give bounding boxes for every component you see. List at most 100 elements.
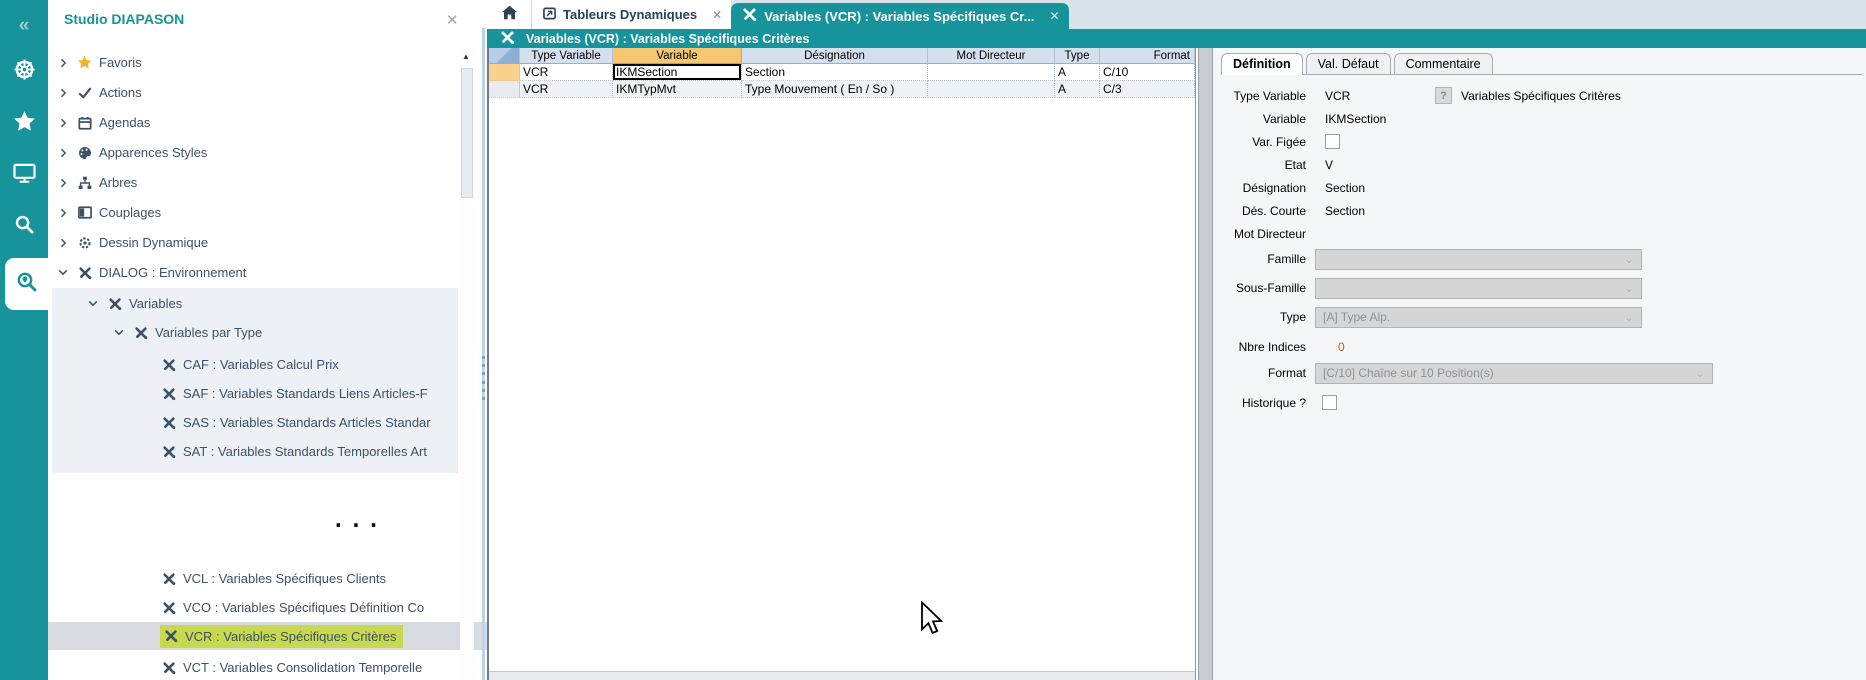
- grid-vertical-scrollbar[interactable]: [1198, 48, 1213, 680]
- sous-famille-dropdown-disabled[interactable]: ⌄: [1315, 278, 1642, 299]
- help-box-icon[interactable]: ?: [1435, 87, 1452, 104]
- rail-item-screens[interactable]: [0, 160, 48, 192]
- left-icon-rail: «: [0, 0, 48, 680]
- sidebar-item-dialog-environnement[interactable]: DIALOG : Environnement: [48, 258, 468, 287]
- cell-designation[interactable]: Type Mouvement ( En / So ): [742, 81, 928, 98]
- tab-val-defaut[interactable]: Val. Défaut: [1306, 53, 1391, 74]
- chevron-right-icon[interactable]: [56, 88, 70, 98]
- column-header-type[interactable]: Type: [1055, 48, 1100, 64]
- scrollbar-thumb[interactable]: [461, 68, 473, 198]
- close-tab-icon[interactable]: ✕: [1049, 9, 1059, 23]
- field-designation: Désignation Section: [1218, 176, 1858, 199]
- cell-mot-directeur[interactable]: [928, 81, 1055, 98]
- definition-fields: Type Variable VCR ? Variables Spécifique…: [1218, 84, 1858, 414]
- tree-item-label: VCR : Variables Spécifiques Critères: [185, 629, 396, 644]
- chevron-right-icon[interactable]: [56, 148, 70, 158]
- sidebar-item-dessin-dynamique[interactable]: Dessin Dynamique: [48, 228, 468, 257]
- famille-dropdown-disabled[interactable]: ⌄: [1315, 249, 1642, 270]
- column-header-format[interactable]: Format: [1100, 48, 1195, 64]
- column-header-designation[interactable]: Désignation: [742, 48, 928, 64]
- field-label: Famille: [1218, 252, 1306, 266]
- tab-label: Variables (VCR) : Variables Spécifiques …: [764, 9, 1034, 24]
- search-icon: [14, 214, 35, 240]
- rail-item-wheel[interactable]: [0, 56, 48, 88]
- row-selector-cell[interactable]: [489, 81, 520, 98]
- studio-diapason-window: « Studio DIAPASON ✕ Favoris Actions: [0, 0, 1866, 680]
- sidebar-item-actions[interactable]: Actions: [48, 78, 468, 107]
- cell-format[interactable]: C/10: [1100, 64, 1195, 81]
- scroll-up-arrow-icon[interactable]: ▲: [462, 52, 470, 61]
- historique-checkbox[interactable]: [1322, 395, 1337, 410]
- field-historique: Historique ?: [1218, 391, 1858, 414]
- chevron-right-icon[interactable]: [56, 238, 70, 248]
- star-icon: [13, 110, 36, 138]
- grid-corner-select-all[interactable]: [489, 48, 520, 64]
- cell-mot-directeur[interactable]: [928, 64, 1055, 81]
- cell-variable[interactable]: IKMTypMvt: [613, 81, 742, 98]
- rail-item-search-location-active[interactable]: [5, 258, 48, 310]
- type-variable-description: Variables Spécifiques Critères: [1461, 89, 1621, 103]
- chevron-down-icon[interactable]: [112, 328, 126, 337]
- chevron-right-icon[interactable]: [56, 208, 70, 218]
- tree-item-label: Apparences Styles: [99, 145, 207, 160]
- sidebar-title: Studio DIAPASON: [64, 11, 184, 27]
- sidebar-item-apparences-styles[interactable]: Apparences Styles: [48, 138, 468, 167]
- chevron-right-icon[interactable]: [56, 178, 70, 188]
- properties-panel: Définition Val. Défaut Commentaire Type …: [1213, 48, 1866, 680]
- rail-item-search[interactable]: [0, 211, 48, 243]
- row-selector-cell[interactable]: [489, 64, 520, 81]
- close-tab-icon[interactable]: ✕: [712, 8, 722, 22]
- column-header-mot-directeur[interactable]: Mot Directeur: [928, 48, 1055, 64]
- tree-item-label: VCO : Variables Spécifiques Définition C…: [183, 600, 424, 615]
- rail-item-favorites[interactable]: [0, 108, 48, 140]
- field-type-variable: Type Variable VCR ? Variables Spécifique…: [1218, 84, 1858, 107]
- tab-variables-vcr-active[interactable]: Variables (VCR) : Variables Spécifiques …: [731, 3, 1068, 29]
- cell-designation[interactable]: Section: [742, 64, 928, 81]
- tree-scrollbar[interactable]: ▲: [460, 47, 474, 680]
- sidebar-item-variables-par-type[interactable]: Variables par Type: [48, 318, 524, 347]
- sidebar-item-variables[interactable]: Variables: [48, 289, 498, 318]
- table-row: VCR IKMTypMvt Type Mouvement ( En / So )…: [489, 81, 1195, 98]
- sidebar-item-arbres[interactable]: Arbres: [48, 168, 468, 197]
- field-label: Mot Directeur: [1218, 227, 1306, 241]
- field-mot-directeur: Mot Directeur: [1218, 222, 1858, 245]
- var-figee-checkbox[interactable]: [1325, 134, 1340, 149]
- cell-type[interactable]: A: [1055, 64, 1100, 81]
- tab-commentaire[interactable]: Commentaire: [1394, 53, 1493, 74]
- field-value: V: [1325, 158, 1333, 172]
- format-dropdown-disabled[interactable]: [C/10] Chaîne sur 10 Position(s) ⌄: [1315, 363, 1713, 384]
- cell-variable-selected[interactable]: IKMSection: [613, 64, 742, 81]
- field-value: 0: [1338, 340, 1345, 354]
- crossed-tools-icon: [160, 572, 177, 586]
- grid-horizontal-scrollbar[interactable]: [489, 671, 1195, 680]
- home-tab[interactable]: [487, 0, 532, 29]
- search-location-icon: [16, 271, 38, 298]
- cell-type-variable[interactable]: VCR: [520, 81, 613, 98]
- chevron-down-icon[interactable]: [86, 299, 100, 308]
- chevron-right-icon[interactable]: [56, 118, 70, 128]
- sidebar-item-couplages[interactable]: Couplages: [48, 198, 468, 227]
- field-value: Section: [1325, 181, 1365, 195]
- column-header-type-variable[interactable]: Type Variable: [520, 48, 613, 64]
- field-value: Section: [1325, 204, 1365, 218]
- tab-tableurs-dynamiques[interactable]: Tableurs Dynamiques ✕: [532, 0, 731, 29]
- cell-type-variable[interactable]: VCR: [520, 64, 613, 81]
- chevron-down-icon[interactable]: [56, 268, 70, 277]
- tree-item-label: SAT : Variables Standards Temporelles Ar…: [183, 444, 427, 459]
- chevron-right-icon[interactable]: [56, 58, 70, 68]
- sidebar-item-favoris[interactable]: Favoris: [48, 48, 468, 77]
- column-header-variable-sorted[interactable]: Variable: [613, 48, 742, 64]
- cell-format[interactable]: C/3: [1100, 81, 1195, 98]
- panel-splitter[interactable]: [482, 28, 485, 680]
- cell-type[interactable]: A: [1055, 81, 1100, 98]
- field-variable: Variable IKMSection: [1218, 107, 1858, 130]
- tree-item-label: SAF : Variables Standards Liens Articles…: [183, 386, 428, 401]
- tree-item-label: Variables par Type: [155, 325, 262, 340]
- field-des-courte: Dés. Courte Section: [1218, 199, 1858, 222]
- sidebar-item-agendas[interactable]: Agendas: [48, 108, 468, 137]
- tab-definition[interactable]: Définition: [1221, 53, 1303, 75]
- sidebar-close-button[interactable]: ✕: [446, 11, 459, 29]
- collapse-sidebar-button[interactable]: «: [0, 10, 48, 42]
- tree-item-label: SAS : Variables Standards Articles Stand…: [183, 415, 431, 430]
- type-dropdown-disabled[interactable]: [A] Type Alp. ⌄: [1315, 307, 1642, 328]
